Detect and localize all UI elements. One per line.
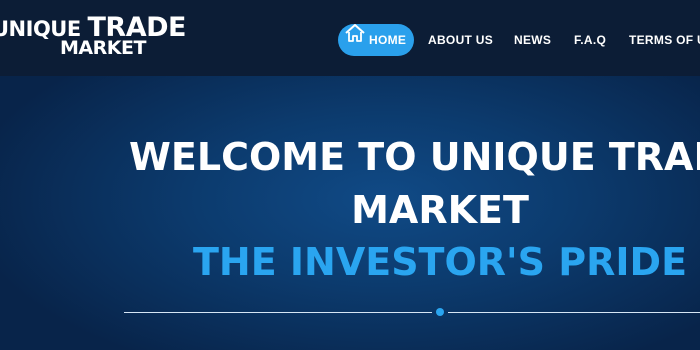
hero-banner: WELCOME TO UNIQUE TRADE MARKET THE INVES… [0, 76, 700, 350]
hero-title-line1: WELCOME TO UNIQUE TRADE [129, 135, 700, 179]
home-icon [344, 23, 366, 55]
divider-line-right [448, 312, 700, 313]
nav-terms[interactable]: TERMS OF U [629, 24, 700, 56]
nav-faq[interactable]: F.A.Q [574, 24, 606, 56]
nav-about-us[interactable]: ABOUT US [428, 24, 493, 56]
divider-line-left [124, 312, 432, 313]
hero-title-line2: MARKET [351, 188, 529, 232]
nav-home-label: HOME [369, 33, 407, 47]
nav-news[interactable]: NEWS [514, 24, 551, 56]
navbar: UNIQUE TRADE MARKET HOME ABOUT US NEWS F… [0, 0, 700, 76]
nav-home[interactable]: HOME [338, 23, 415, 56]
hero-subtitle: THE INVESTOR'S PRIDE [192, 240, 688, 284]
logo[interactable]: UNIQUE TRADE MARKET [0, 12, 186, 60]
logo-text-market: MARKET [60, 37, 146, 59]
divider-dot [436, 308, 444, 316]
